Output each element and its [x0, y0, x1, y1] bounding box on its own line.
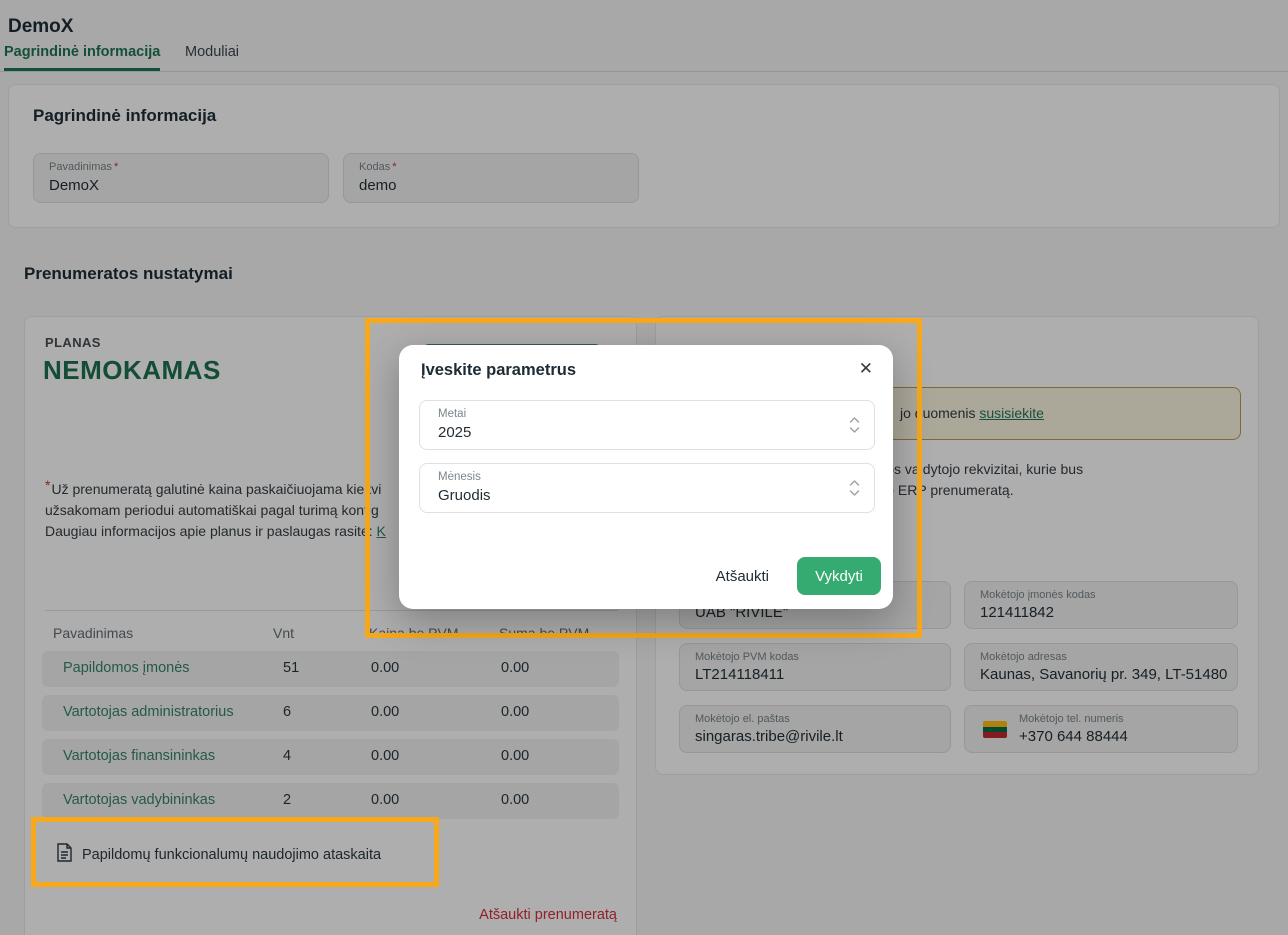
parameters-modal: Įveskite parametrus ✕ Metai 2025 Mėnesis…	[399, 345, 893, 609]
app-root: DemoX Pagrindinė informacija Moduliai Pa…	[0, 0, 1288, 935]
modal-title: Įveskite parametrus	[421, 361, 576, 380]
stepper-icon[interactable]	[849, 415, 860, 440]
cancel-button[interactable]: Atšaukti	[716, 568, 769, 585]
modal-actions: Atšaukti Vykdyti	[716, 557, 881, 595]
submit-button[interactable]: Vykdyti	[797, 557, 881, 595]
close-icon[interactable]: ✕	[859, 359, 873, 379]
month-select[interactable]: Mėnesis Gruodis	[419, 463, 875, 513]
stepper-icon[interactable]	[849, 478, 860, 503]
year-select[interactable]: Metai 2025	[419, 400, 875, 450]
